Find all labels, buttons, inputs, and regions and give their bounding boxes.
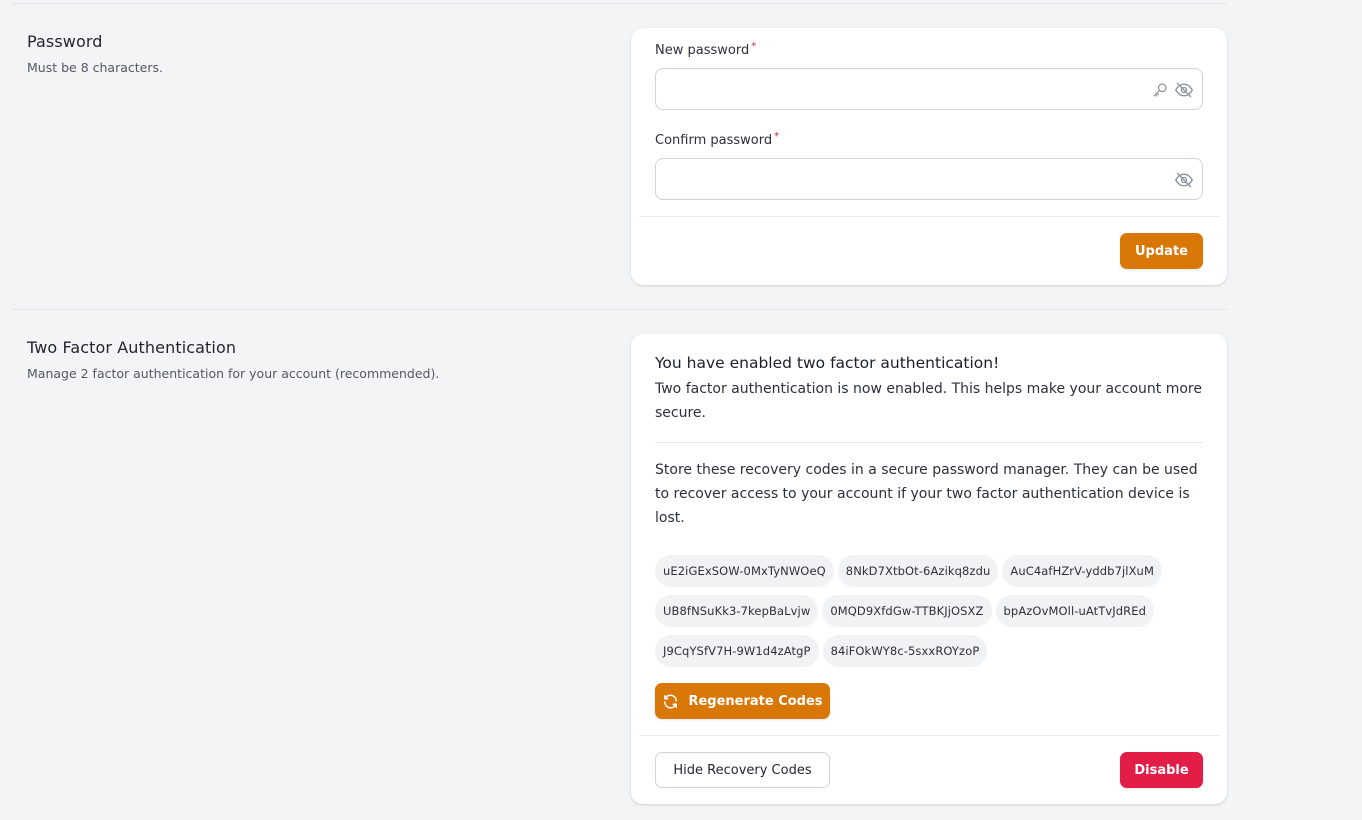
required-mark: * <box>774 131 780 142</box>
card-footer-divider <box>639 735 1219 736</box>
confirm-password-input[interactable] <box>656 159 1202 199</box>
required-mark: * <box>751 41 757 52</box>
new-password-field-wrapper <box>655 68 1203 110</box>
two-factor-status-heading: You have enabled two factor authenticati… <box>655 354 1000 372</box>
recovery-code: bpAzOvMOll-uAtTvJdREd <box>995 595 1155 627</box>
update-button[interactable]: Update <box>1120 233 1203 269</box>
two-factor-status-text: Two factor authentication is now enabled… <box>655 381 1202 421</box>
recovery-code: uE2iGExSOW-0MxTyNWOeQ <box>655 555 834 587</box>
password-card: New password * Confirm password * Update <box>631 28 1227 285</box>
eye-off-icon[interactable] <box>1174 80 1194 100</box>
two-factor-section-description: Manage 2 factor authentication for your … <box>27 366 440 381</box>
recovery-code: 8NkD7XtbOt-6Azikq8zdu <box>837 555 999 587</box>
recovery-code: 0MQD9XfdGw-TTBKJjOSXZ <box>822 595 992 627</box>
new-password-label: New password * <box>655 41 757 58</box>
password-section-description: Must be 8 characters. <box>27 60 163 75</box>
card-footer-divider <box>639 216 1219 217</box>
two-factor-card: You have enabled two factor authenticati… <box>631 334 1227 804</box>
section-divider <box>12 309 1227 310</box>
recovery-codes-instructions: Store these recovery codes in a secure p… <box>655 462 1198 526</box>
new-password-input[interactable] <box>656 69 1202 109</box>
section-divider <box>12 3 1227 4</box>
confirm-password-label-text: Confirm password <box>655 133 773 148</box>
regenerate-codes-button[interactable]: Regenerate Codes <box>655 683 830 719</box>
hide-recovery-codes-button[interactable]: Hide Recovery Codes <box>655 752 830 788</box>
eye-off-icon[interactable] <box>1174 170 1194 190</box>
settings-page: Password Must be 8 characters. New passw… <box>0 0 1362 820</box>
password-section-info: Password Must be 8 characters. <box>27 32 163 75</box>
recovery-code: J9CqYSfV7H-9W1d4zAtgP <box>655 635 819 667</box>
two-factor-section-info: Two Factor Authentication Manage 2 facto… <box>27 338 439 381</box>
recovery-codes-list: uE2iGExSOW-0MxTyNWOeQ 8NkD7XtbOt-6Azikq8… <box>655 555 1203 667</box>
recovery-code: 84iFOkWY8c-5sxxROYzoP <box>822 635 988 667</box>
two-factor-section-title: Two Factor Authentication <box>27 338 237 357</box>
regenerate-codes-label: Regenerate Codes <box>688 693 823 709</box>
new-password-label-text: New password <box>655 43 750 58</box>
confirm-password-label: Confirm password * <box>655 131 780 148</box>
refresh-icon <box>662 693 679 710</box>
confirm-password-field-wrapper <box>655 158 1203 200</box>
disable-two-factor-button[interactable]: Disable <box>1120 752 1203 788</box>
password-section-title: Password <box>27 32 103 51</box>
recovery-code: UB8fNSuKk3-7kepBaLvjw <box>655 595 819 627</box>
inner-divider <box>655 442 1203 443</box>
key-icon[interactable] <box>1150 80 1170 100</box>
recovery-code: AuC4afHZrV-yddb7jlXuM <box>1002 555 1162 587</box>
